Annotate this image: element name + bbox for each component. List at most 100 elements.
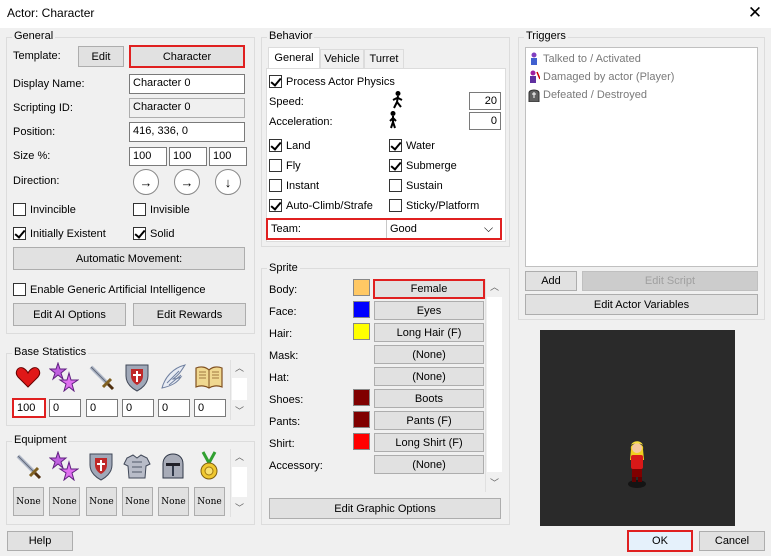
display-name-field[interactable]: Character 0 — [129, 74, 245, 94]
team-select-value[interactable]: Good — [390, 223, 417, 235]
instant-check[interactable] — [269, 179, 282, 192]
submerge-check[interactable] — [389, 159, 402, 172]
scroll-down-icon[interactable]: ﹀ — [486, 475, 503, 492]
acceleration-field[interactable]: 0 — [469, 112, 501, 130]
invisible-check[interactable] — [133, 203, 146, 216]
scroll-up-icon[interactable]: ︿ — [231, 360, 248, 377]
edit-script-button[interactable]: Edit Script — [582, 271, 758, 291]
trigger-item[interactable]: Talked to / Activated — [528, 50, 641, 68]
direction-dial-y[interactable]: → — [174, 169, 200, 195]
chevron-down-icon[interactable]: ⌵ — [484, 221, 493, 236]
scroll-thumb[interactable] — [232, 378, 247, 400]
tab-vehicle[interactable]: Vehicle — [320, 49, 364, 68]
stat-5-field[interactable]: 0 — [158, 399, 190, 417]
face-button[interactable]: Eyes — [374, 301, 484, 320]
edit-rewards-button[interactable]: Edit Rewards — [133, 303, 246, 326]
equip-slot-4-button[interactable]: None — [122, 487, 153, 516]
automatic-movement-button[interactable]: Automatic Movement: — [13, 247, 245, 270]
invisible-checkbox[interactable]: Invisible — [133, 203, 190, 216]
sticky-checkbox[interactable]: Sticky/Platform — [389, 199, 479, 212]
body-color-swatch[interactable] — [353, 279, 370, 296]
hat-button[interactable]: (None) — [374, 367, 484, 386]
hair-color-swatch[interactable] — [353, 323, 370, 340]
edit-actor-variables-button[interactable]: Edit Actor Variables — [525, 294, 758, 315]
equipment-scrollbar[interactable]: ︿ ﹀ — [230, 449, 247, 517]
edit-ai-options-button[interactable]: Edit AI Options — [13, 303, 126, 326]
template-edit-button[interactable]: Edit — [78, 46, 124, 67]
direction-dial-z[interactable]: ↓ — [215, 169, 241, 195]
face-color-swatch[interactable] — [353, 301, 370, 318]
position-field[interactable]: 416, 336, 0 — [129, 122, 245, 142]
trigger-item[interactable]: Damaged by actor (Player) — [528, 68, 674, 86]
scroll-down-icon[interactable]: ﹀ — [231, 403, 248, 420]
base-stats-scrollbar[interactable]: ︿ ﹀ — [230, 360, 247, 420]
triggers-list[interactable]: Talked to / Activated Damaged by actor (… — [525, 47, 758, 267]
sustain-checkbox[interactable]: Sustain — [389, 179, 443, 192]
water-checkbox[interactable]: Water — [389, 139, 435, 152]
equip-slot-6-button[interactable]: None — [194, 487, 225, 516]
tab-turret[interactable]: Turret — [364, 49, 404, 68]
template-button[interactable]: Character — [129, 45, 245, 68]
scroll-thumb[interactable] — [487, 297, 502, 472]
stat-2-field[interactable]: 0 — [49, 399, 81, 417]
sustain-check[interactable] — [389, 179, 402, 192]
close-icon[interactable]: ✕ — [744, 3, 766, 25]
equip-slot-2-button[interactable]: None — [49, 487, 80, 516]
equip-slot-1-button[interactable]: None — [13, 487, 44, 516]
size-z-field[interactable]: 100 — [209, 147, 247, 166]
invincible-check[interactable] — [13, 203, 26, 216]
autoclimb-check[interactable] — [269, 199, 282, 212]
solid-checkbox[interactable]: Solid — [133, 227, 174, 240]
shirt-color-swatch[interactable] — [353, 433, 370, 450]
direction-dial-x[interactable]: → — [133, 169, 159, 195]
cancel-button[interactable]: Cancel — [699, 531, 765, 551]
submerge-checkbox[interactable]: Submerge — [389, 159, 457, 172]
enable-ai-checkbox[interactable]: Enable Generic Artificial Intelligence — [13, 283, 205, 296]
scroll-down-icon[interactable]: ﹀ — [231, 500, 248, 517]
pants-button[interactable]: Pants (F) — [374, 411, 484, 430]
shirt-button[interactable]: Long Shirt (F) — [374, 433, 484, 452]
process-physics-check[interactable] — [269, 75, 282, 88]
autoclimb-checkbox[interactable]: Auto-Climb/Strafe — [269, 199, 373, 212]
mask-button[interactable]: (None) — [374, 345, 484, 364]
speed-field[interactable]: 20 — [469, 92, 501, 110]
size-y-field[interactable]: 100 — [169, 147, 207, 166]
accessory-button[interactable]: (None) — [374, 455, 484, 474]
water-check[interactable] — [389, 139, 402, 152]
team-row[interactable]: Team: Good ⌵ — [266, 218, 502, 240]
land-checkbox[interactable]: Land — [269, 139, 310, 152]
initially-existent-checkbox[interactable]: Initially Existent — [13, 227, 106, 240]
shoes-color-swatch[interactable] — [353, 389, 370, 406]
instant-checkbox[interactable]: Instant — [269, 179, 319, 192]
sticky-check[interactable] — [389, 199, 402, 212]
scroll-up-icon[interactable]: ︿ — [486, 279, 503, 296]
tab-general[interactable]: General — [268, 47, 320, 68]
help-button[interactable]: Help — [7, 531, 73, 551]
initially-existent-check[interactable] — [13, 227, 26, 240]
scripting-id-field[interactable]: Character 0 — [129, 98, 245, 118]
sprite-scrollbar[interactable]: ︿ ﹀ — [485, 279, 502, 492]
trigger-item[interactable]: Defeated / Destroyed — [528, 86, 647, 104]
edit-graphic-options-button[interactable]: Edit Graphic Options — [269, 498, 501, 519]
size-x-field[interactable]: 100 — [129, 147, 167, 166]
hair-button[interactable]: Long Hair (F) — [374, 323, 484, 342]
ok-button[interactable]: OK — [627, 530, 693, 552]
solid-check[interactable] — [133, 227, 146, 240]
scroll-up-icon[interactable]: ︿ — [231, 449, 248, 466]
pants-color-swatch[interactable] — [353, 411, 370, 428]
stat-6-field[interactable]: 0 — [194, 399, 226, 417]
land-check[interactable] — [269, 139, 282, 152]
fly-checkbox[interactable]: Fly — [269, 159, 301, 172]
enable-ai-check[interactable] — [13, 283, 26, 296]
equip-slot-5-button[interactable]: None — [158, 487, 189, 516]
process-physics-checkbox[interactable]: Process Actor Physics — [269, 75, 395, 88]
body-button[interactable]: Female — [373, 279, 485, 299]
shoes-button[interactable]: Boots — [374, 389, 484, 408]
add-trigger-button[interactable]: Add — [525, 271, 577, 291]
invincible-checkbox[interactable]: Invincible — [13, 203, 76, 216]
scroll-thumb[interactable] — [232, 467, 247, 497]
fly-check[interactable] — [269, 159, 282, 172]
stat-4-field[interactable]: 0 — [122, 399, 154, 417]
stat-3-field[interactable]: 0 — [86, 399, 118, 417]
equip-slot-3-button[interactable]: None — [86, 487, 117, 516]
